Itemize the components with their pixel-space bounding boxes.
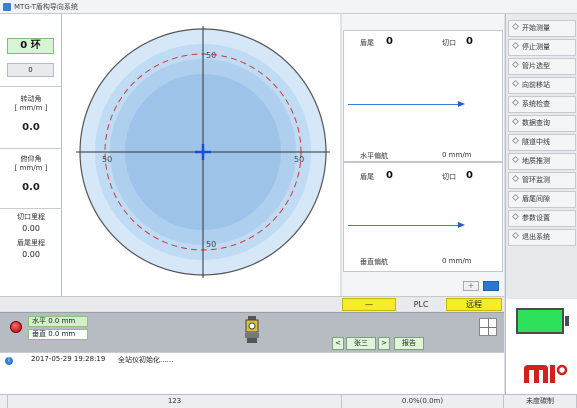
ring-sub-value: 0 (7, 63, 54, 77)
horizontal-deviation-box: 盾尾 0 切口 0 水平偏航 0 mm/m (343, 30, 503, 162)
status-mode: 未度碳制 (504, 395, 577, 408)
log-timestamp: 2017-05-29 19:28:19 (31, 355, 106, 363)
tail-mileage-label: 盾尾里程 (17, 239, 45, 247)
menu-item-geology[interactable]: 地质推测 (508, 153, 576, 170)
vertical-deviation-value: 0 mm/m (442, 257, 472, 265)
tail-value: 0 (386, 170, 393, 181)
tail-label: 盾尾 (360, 39, 374, 47)
title-bar: MTG-T盾构导向系统 (0, 0, 577, 14)
cut-mileage-value: 0.00 (22, 224, 40, 233)
rotation-value: 0.0 (22, 122, 40, 133)
menu-item-move-station[interactable]: 向前移站 (508, 77, 576, 94)
diamond-icon (511, 212, 520, 221)
diamond-icon (511, 22, 520, 31)
diamond-icon (511, 117, 520, 126)
diamond-icon (511, 136, 520, 145)
mode-strip: — PLC 远程 (0, 296, 504, 311)
diamond-icon (511, 79, 520, 88)
menu-item-data-query[interactable]: 数据查询 (508, 115, 576, 132)
cut-mileage-label: 切口里程 (17, 213, 45, 221)
next-button[interactable]: > (378, 337, 390, 350)
rotation-label: 转动角 (20, 95, 42, 103)
tail-mileage-value: 0.00 (22, 250, 40, 259)
zoom-out-button[interactable] (483, 281, 499, 291)
diamond-icon (511, 98, 520, 107)
remote-button[interactable]: 远程 (446, 298, 502, 311)
diamond-icon (511, 193, 520, 202)
vertical-deviation-label: 垂直偏航 (360, 258, 388, 266)
pitch-value: 0.0 (22, 182, 40, 193)
arrow-icon (458, 101, 465, 107)
menu-item-settings[interactable]: 参数设置 (508, 210, 576, 227)
cut-value: 0 (466, 36, 473, 47)
divider (0, 208, 62, 209)
target-panel: 50 50 50 50 (62, 14, 340, 299)
operator-field[interactable]: 张三 (346, 337, 376, 350)
vertical-deviation-box: 盾尾 0 切口 0 垂直偏航 0 mm/m (343, 162, 503, 272)
report-button[interactable]: 报告 (394, 337, 424, 350)
total-station-icon (245, 316, 259, 343)
horizontal-offset: 水平 0.0 mm (28, 316, 88, 327)
horizontal-deviation-value: 0 mm/m (442, 151, 472, 159)
cut-label: 切口 (442, 39, 456, 47)
menu-item-system-check[interactable]: 系统检查 (508, 96, 576, 113)
arrow-icon (458, 222, 465, 228)
deviation-panel: 盾尾 0 切口 0 水平偏航 0 mm/m 盾尾 0 切口 0 垂直偏航 0 m… (342, 14, 504, 299)
status-counter: 123 (8, 395, 342, 408)
command-menu: 开始测量 停止测量 管片选型 向前移站 系统检查 数据查询 隧道中线 地质推测 … (505, 14, 577, 299)
battery-terminal (565, 316, 569, 326)
mode-indicator: — (342, 298, 396, 311)
info-icon: i (5, 357, 13, 365)
vertical-offset: 垂直 0.0 mm (28, 329, 88, 340)
status-bar: 123 0.0%(0.0m) 未度碳制 (0, 394, 577, 408)
menu-item-start-measure[interactable]: 开始测量 (508, 20, 576, 37)
alarm-indicator (10, 321, 22, 333)
status-panel: 水平 0.0 mm 垂直 0.0 mm < 张三 > 报告 (0, 312, 504, 352)
tail-value: 0 (386, 36, 393, 47)
status-cell (0, 395, 8, 408)
ring-number-badge: 0 环 (7, 38, 54, 54)
menu-item-exit[interactable]: 退出系统 (508, 229, 576, 246)
cut-label: 切口 (442, 173, 456, 181)
tail-label: 盾尾 (360, 173, 374, 181)
log-panel: i 2017-05-29 19:28:19 全站仪初始化...... (0, 352, 504, 394)
menu-item-tunnel-centerline[interactable]: 隧道中线 (508, 134, 576, 151)
divider (0, 86, 62, 87)
log-message: 全站仪初始化...... (118, 356, 174, 364)
zoom-in-button[interactable]: + (463, 281, 479, 291)
plc-label: PLC (413, 300, 429, 309)
menu-item-stop-measure[interactable]: 停止测量 (508, 39, 576, 56)
menu-item-segment-select[interactable]: 管片选型 (508, 58, 576, 75)
diamond-icon (511, 231, 520, 240)
divider (0, 148, 62, 149)
menu-item-ring-monitor[interactable]: 管环监测 (508, 172, 576, 189)
deviation-line (348, 225, 460, 226)
app-icon (3, 3, 11, 11)
tick-label-top: 50 (206, 51, 216, 60)
pitch-unit: [ mm/m ] (14, 164, 48, 172)
cut-value: 0 (466, 170, 473, 181)
diamond-icon (511, 155, 520, 164)
window-title: MTG-T盾构导向系统 (14, 3, 78, 11)
deviation-line (348, 104, 460, 105)
layout-grid-icon[interactable] (479, 318, 497, 336)
rotation-unit: [ mm/m ] (14, 104, 48, 112)
tick-label-bottom: 50 (206, 240, 216, 249)
prev-button[interactable]: < (332, 337, 344, 350)
battery-icon (516, 308, 564, 334)
tick-label-left: 50 (102, 155, 112, 164)
device-status-panel (505, 299, 577, 394)
menu-item-tail-clearance[interactable]: 盾尾间隙 (508, 191, 576, 208)
target-graphic: 50 50 50 50 (76, 26, 330, 278)
diamond-icon (511, 174, 520, 183)
diamond-icon (511, 41, 520, 50)
left-info-panel: 0 环 0 转动角 [ mm/m ] 0.0 俯仰角 [ mm/m ] 0.0 … (0, 14, 62, 299)
horizontal-deviation-label: 水平偏航 (360, 152, 388, 160)
diamond-icon (511, 60, 520, 69)
pitch-label: 俯仰角 (20, 155, 42, 163)
status-progress: 0.0%(0.0m) (342, 395, 504, 408)
company-logo (524, 364, 568, 383)
tick-label-right: 50 (294, 155, 304, 164)
